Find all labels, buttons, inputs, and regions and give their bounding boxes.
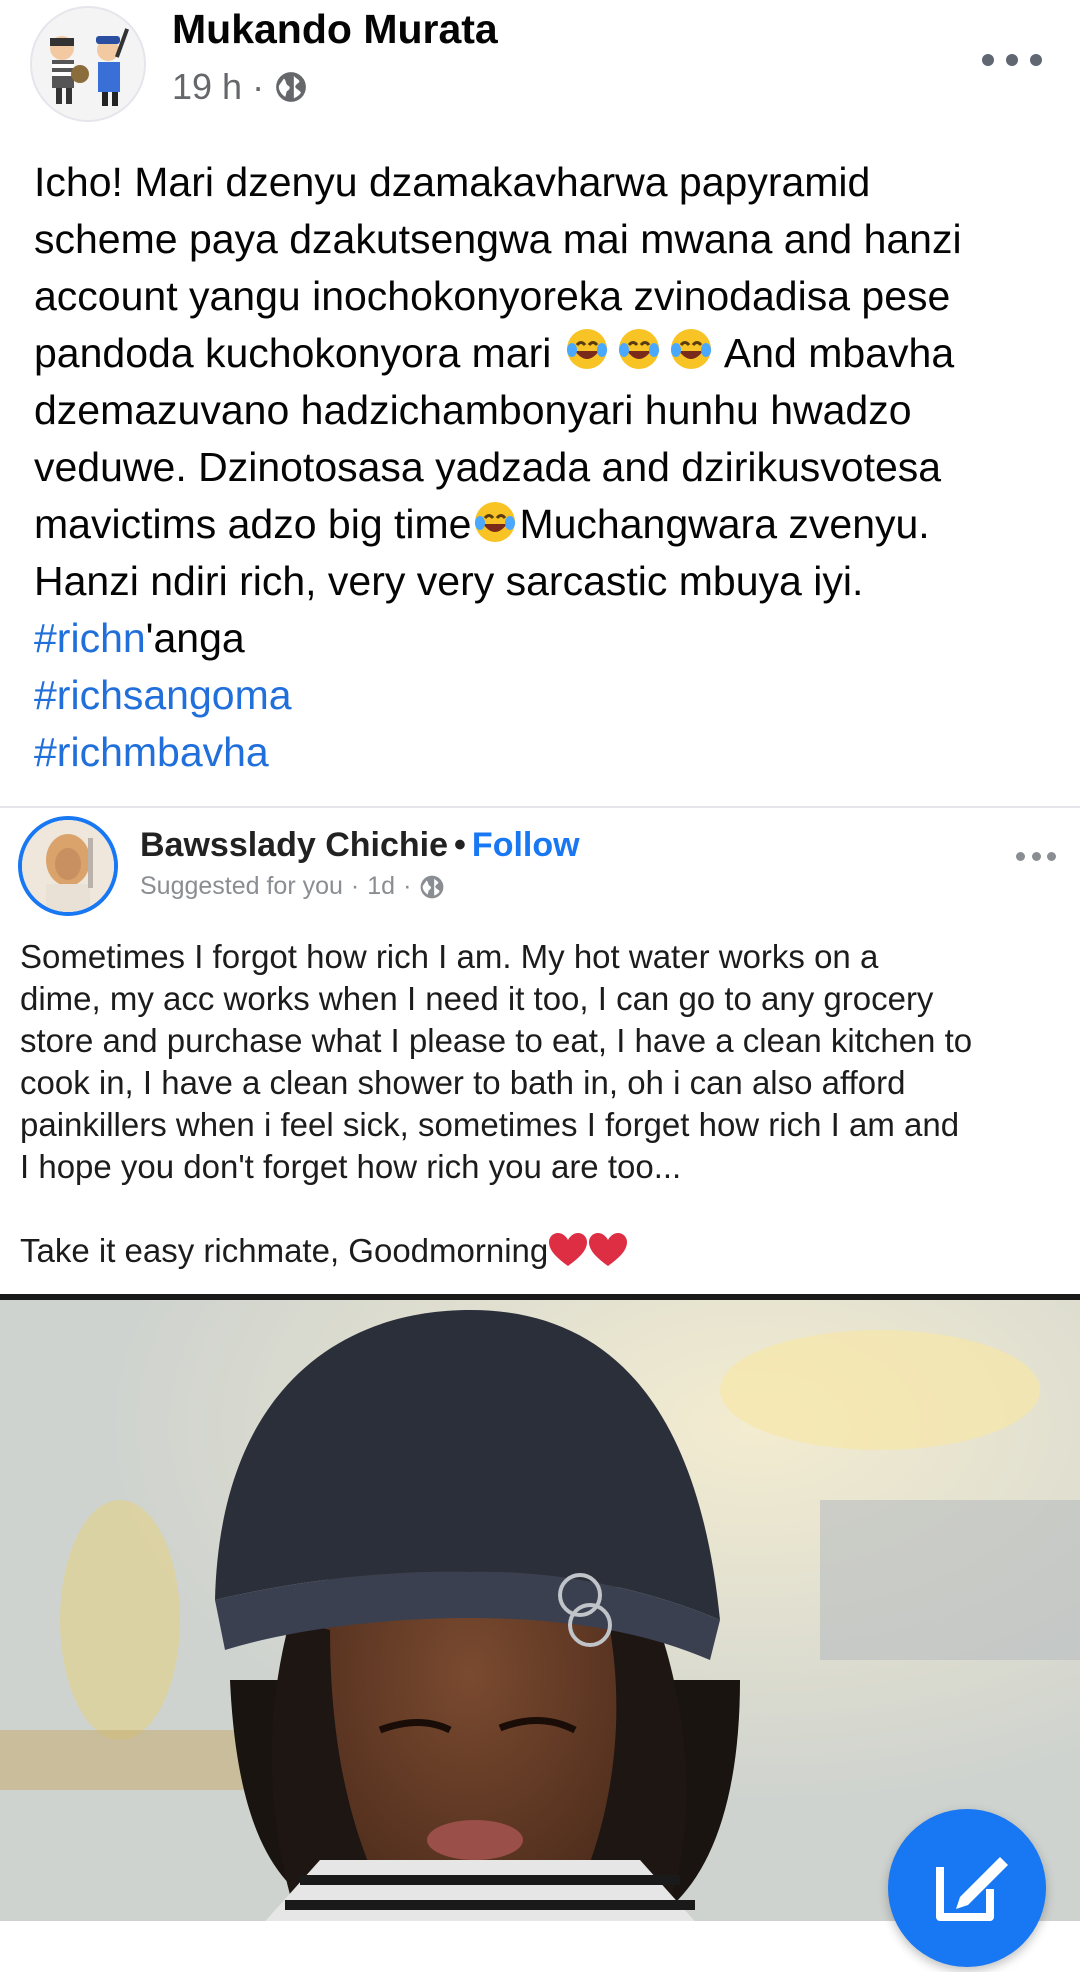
- post-body: Icho! Mari dzenyu dzamakavharwa papyrami…: [34, 154, 1054, 781]
- red-heart-icon: [549, 1233, 588, 1266]
- more-options-icon[interactable]: [982, 40, 1042, 80]
- post-line: scheme paya dzakutsengwa mai mwana and h…: [34, 216, 962, 262]
- red-heart-icon: [589, 1233, 628, 1266]
- post-time[interactable]: 19 h: [172, 66, 242, 108]
- laughing-crying-emoji-icon: [475, 502, 516, 542]
- laughing-crying-emoji-icon: [618, 329, 659, 369]
- shared-line: store and purchase what I please to eat,…: [20, 1022, 973, 1059]
- shared-author-avatar: [18, 816, 118, 916]
- post-line: mavictims adzo big time Muchangwara zveny…: [34, 496, 1054, 553]
- dot: [1016, 852, 1025, 861]
- author-dot: •: [454, 826, 466, 864]
- author-avatar[interactable]: [30, 6, 146, 122]
- shared-line: I hope you don't forget how rich you are…: [20, 1148, 682, 1185]
- meta-separator: ·: [350, 872, 360, 900]
- globe-icon: [276, 72, 306, 102]
- dot: [982, 54, 994, 66]
- dot: [1006, 54, 1018, 66]
- hashtag-richmbavha[interactable]: #richmbavha: [34, 729, 269, 775]
- emoji-group: [563, 325, 715, 373]
- compose-icon: [936, 1857, 1008, 1921]
- post-header: Mukando Murata 19 h ·: [0, 0, 1080, 140]
- post-text-segment: And mbavha: [714, 330, 955, 376]
- post-line: account yangu inochokonyoreka zvinodadis…: [34, 273, 951, 319]
- post-line: Icho! Mari dzenyu dzamakavharwa papyrami…: [34, 159, 871, 205]
- shared-screenshot[interactable]: Bawsslady Chichie • Follow Suggested for y…: [0, 806, 1080, 1921]
- suggested-label: Suggested for you: [140, 872, 343, 900]
- shared-line: Sometimes I forgot how rich I am. My hot…: [20, 938, 879, 975]
- post-text-segment: Muchangwara zvenyu.: [519, 501, 930, 547]
- meta-separator: ·: [403, 872, 412, 900]
- hashtag-line: #richmbavha: [34, 724, 1054, 781]
- robber-police-avatar-icon: [50, 28, 130, 106]
- shared-author-line: Bawsslady Chichie • Follow: [140, 826, 580, 865]
- shared-line: cook in, I have a clean shower to bath i…: [20, 1064, 906, 1101]
- laughing-crying-emoji-icon: [566, 329, 607, 369]
- shared-closing-line: Take it easy richmate, Goodmorning: [20, 1230, 1070, 1272]
- shared-meta: Suggested for you · 1d ·: [140, 872, 445, 901]
- globe-icon: [421, 875, 444, 898]
- post-meta: 19 h ·: [172, 66, 308, 108]
- shared-line: dime, my acc works when I need it too, I…: [20, 980, 934, 1017]
- dot: [1047, 852, 1056, 861]
- post-line: Hanzi ndiri rich, very very sarcastic mb…: [34, 558, 864, 604]
- hashtag-line: #richn'anga: [34, 610, 1054, 667]
- shared-line: painkillers when i feel sick, sometimes …: [20, 1106, 960, 1143]
- hashtag-suffix: 'anga: [145, 615, 245, 661]
- author-name[interactable]: Mukando Murata: [172, 6, 498, 53]
- dot: [1030, 54, 1042, 66]
- laughing-crying-emoji-icon: [670, 329, 711, 369]
- meta-separator: ·: [252, 66, 265, 107]
- post-text-segment: mavictims adzo big time: [34, 501, 472, 547]
- post-text-segment: pandoda kuchokonyora mari: [34, 330, 563, 376]
- post-line: pandoda kuchokonyora mari And mbavha: [34, 325, 1054, 382]
- shared-author-name: Bawsslady Chichie: [140, 826, 449, 864]
- hashtag-richsangoma[interactable]: #richsangoma: [34, 672, 292, 718]
- hashtag-line: #richsangoma: [34, 667, 1054, 724]
- hashtag-richn[interactable]: #richn: [34, 615, 146, 661]
- post-line: dzemazuvano hadzichambonyari hunhu hwadz…: [34, 387, 912, 433]
- shared-closing: Take it easy richmate, Goodmorning: [20, 1232, 549, 1269]
- compose-button[interactable]: [888, 1809, 1046, 1967]
- post-line: veduwe. Dzinotosasa yadzada and dzirikus…: [34, 444, 942, 490]
- shared-body: Sometimes I forgot how rich I am. My hot…: [20, 936, 1070, 1272]
- woman-avatar-icon: [22, 820, 114, 912]
- shared-time: 1d: [367, 872, 396, 900]
- more-options-icon: [1016, 852, 1056, 864]
- dot: [1031, 852, 1041, 861]
- follow-link: Follow: [471, 826, 580, 864]
